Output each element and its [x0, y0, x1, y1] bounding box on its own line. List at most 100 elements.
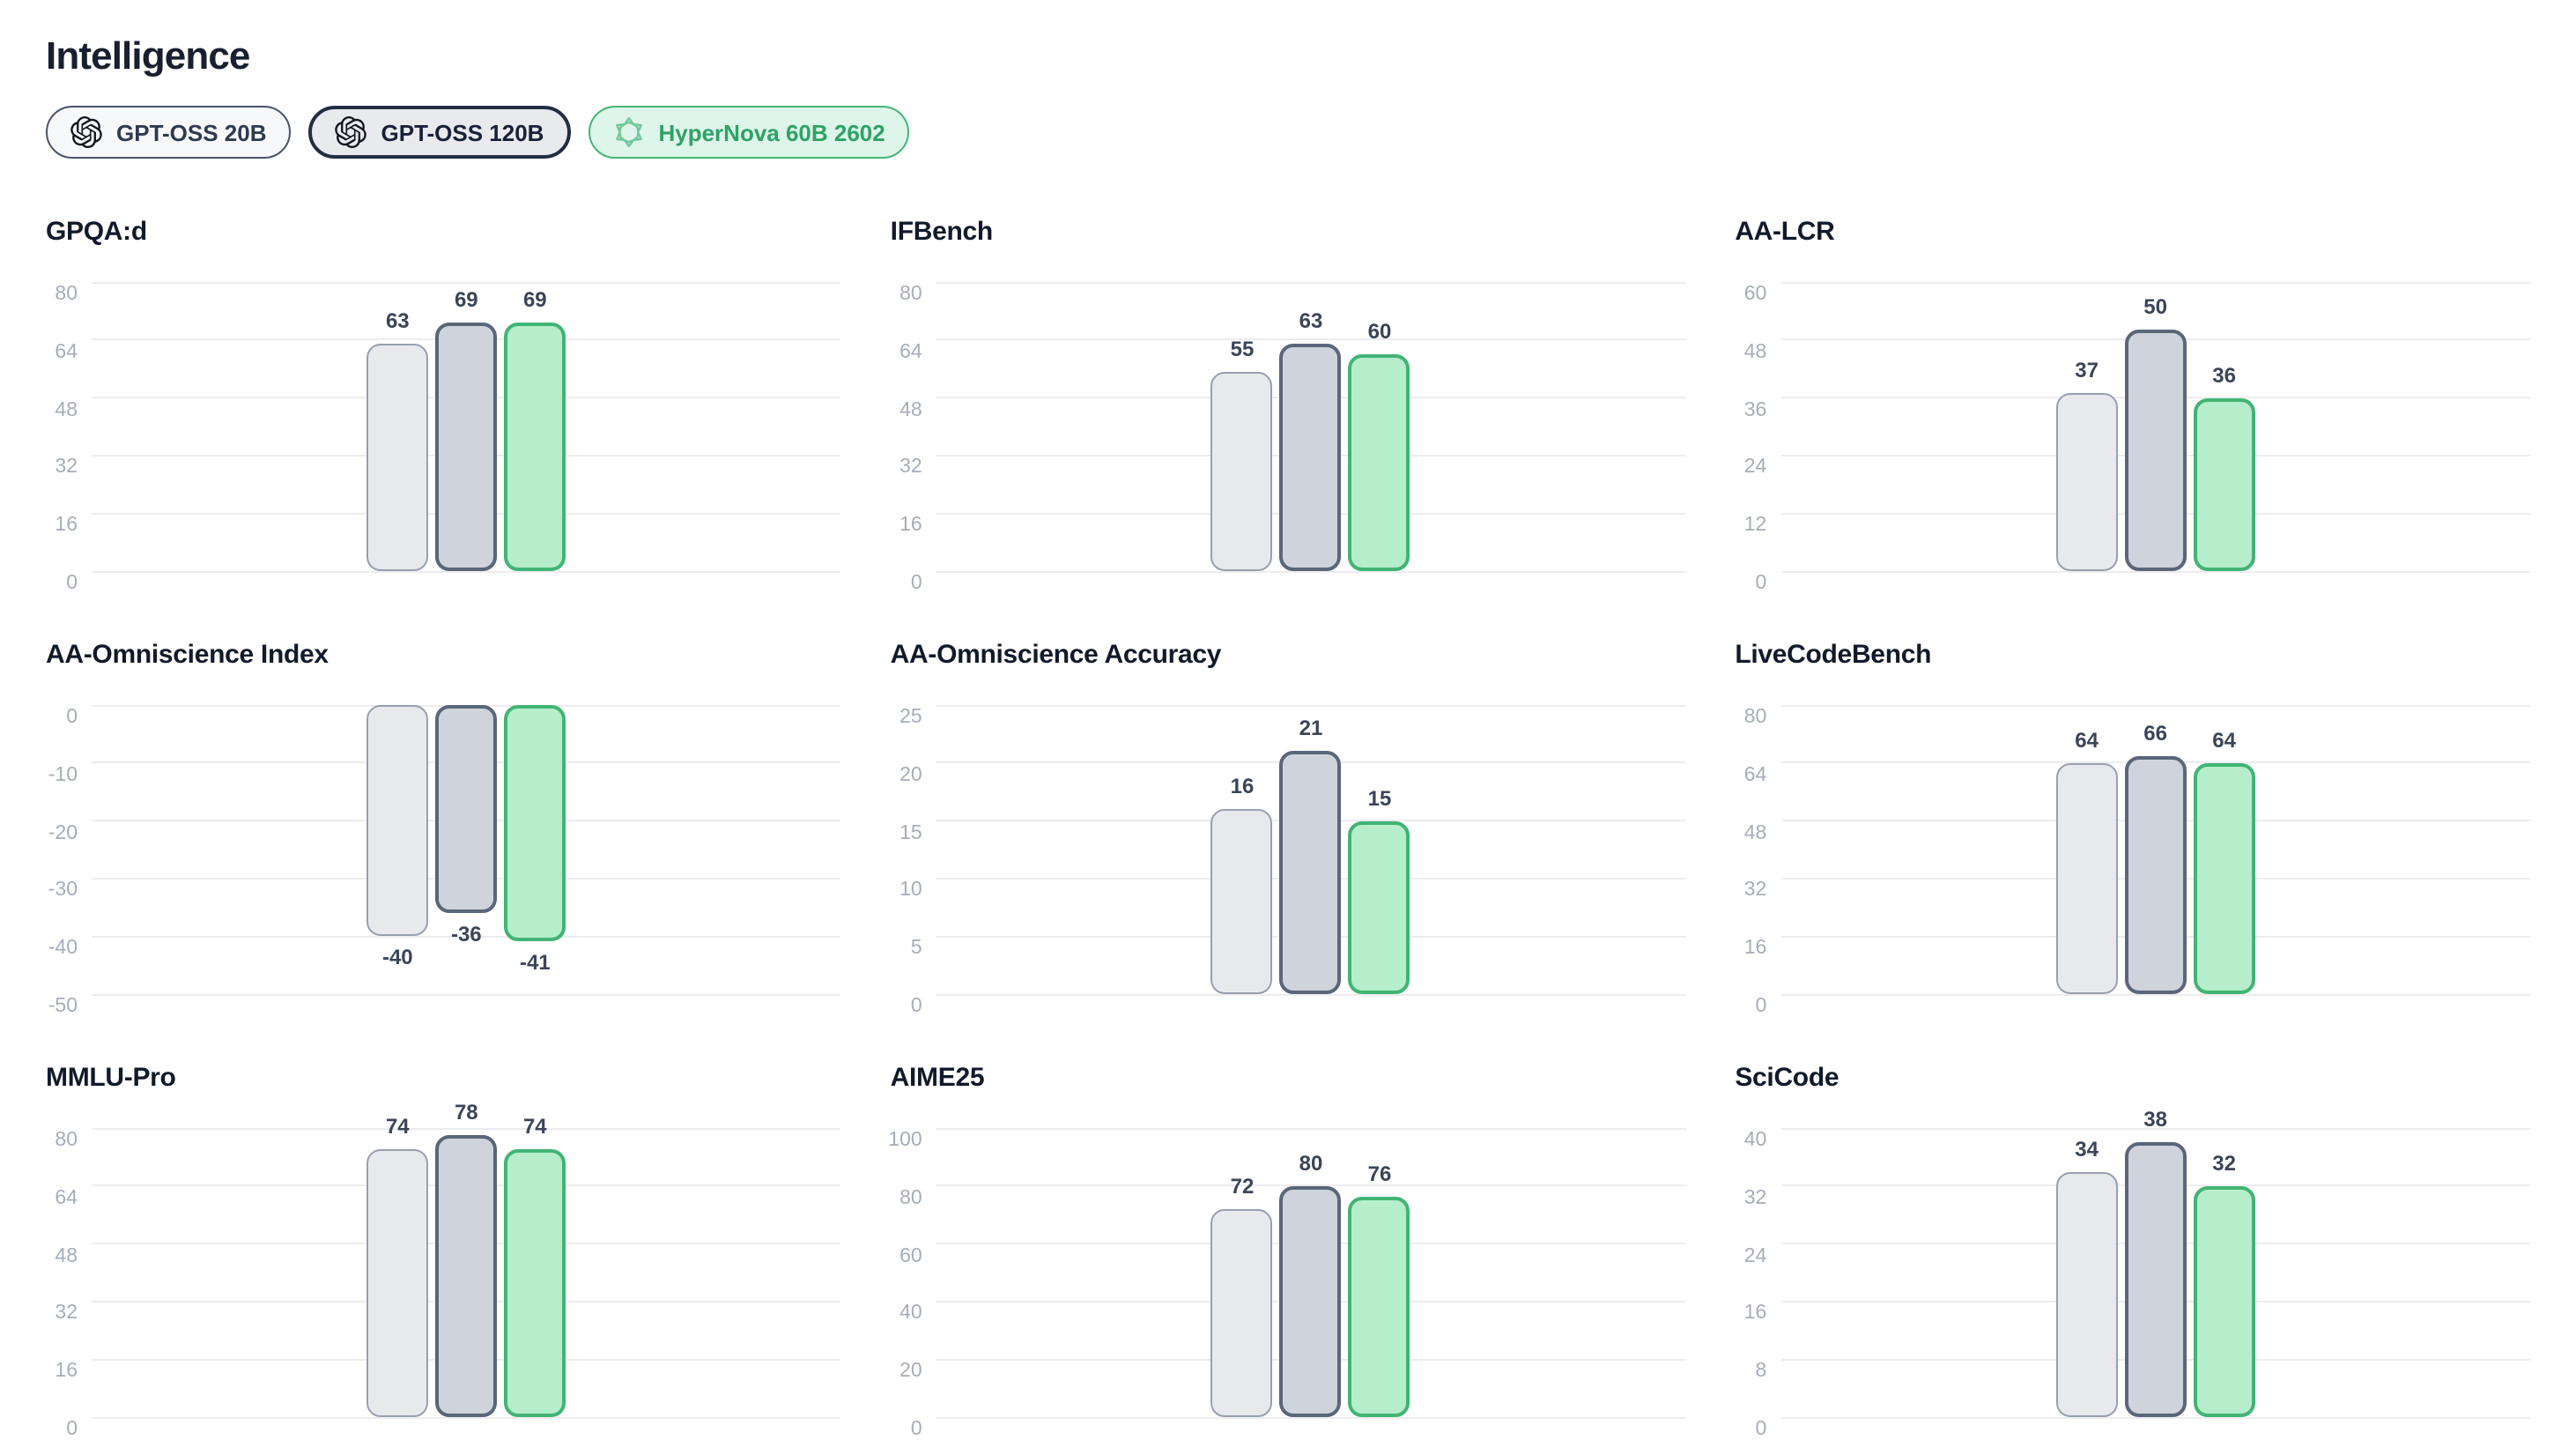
bar: [366, 1150, 428, 1417]
bar-group: 728076: [936, 1128, 1686, 1417]
y-tick-label: 16: [899, 515, 922, 536]
bar: [1349, 820, 1410, 994]
bar: [1349, 354, 1410, 571]
chart-plot: 2520151050162115: [936, 705, 1686, 994]
bar: [2125, 755, 2187, 994]
chart-card: LiveCodeBench80644832160646664: [1735, 638, 2530, 994]
model-chip-label: HyperNova 60B 2602: [658, 119, 885, 145]
model-chip-gpt-oss-20b[interactable]: GPT-OSS 20B: [46, 106, 292, 159]
chart-card: AIME25100806040200728076: [891, 1061, 1686, 1417]
y-tick-label: 64: [899, 342, 922, 363]
bar-value-label: 38: [2143, 1109, 2167, 1132]
y-tick-label: 0: [1756, 1419, 1767, 1440]
y-tick-label: 40: [1744, 1130, 1767, 1151]
y-tick-label: 0: [1756, 996, 1767, 1017]
bar-column: -41: [504, 705, 566, 994]
bar-column: 63: [366, 282, 428, 571]
bar: [504, 322, 566, 571]
chart-title: AA-LCR: [1735, 215, 2530, 249]
y-tick-label: 80: [55, 284, 78, 305]
bar-group: 162115: [936, 705, 1686, 994]
bar-value-label: 64: [2212, 730, 2236, 753]
bar-value-label: 21: [1299, 718, 1323, 741]
bar: [2056, 763, 2118, 994]
chart-card: GPQA:d80644832160636969: [46, 215, 841, 571]
bar-value-label: 78: [455, 1102, 478, 1125]
charts-grid: GPQA:d80644832160636969IFBench8064483216…: [46, 215, 2530, 1417]
y-tick-label: 0: [911, 573, 922, 594]
y-tick-label: -20: [48, 822, 78, 843]
bar-value-label: 50: [2143, 297, 2167, 320]
y-tick-label: 60: [1744, 284, 1767, 305]
chart-plot: 0-10-20-30-40-50-40-36-41: [92, 705, 841, 994]
chart-title: MMLU-Pro: [46, 1061, 841, 1095]
bar-value-label: 55: [1231, 339, 1255, 362]
y-tick-label: 0: [911, 1419, 922, 1440]
bar-column: 50: [2125, 282, 2187, 571]
chart-plot: 80644832160556360: [936, 282, 1686, 571]
y-tick-label: 32: [55, 1303, 78, 1325]
chart-card: MMLU-Pro80644832160747874: [46, 1061, 841, 1417]
chart-title: AA-Omniscience Index: [46, 638, 841, 672]
y-tick-label: 0: [1756, 573, 1767, 594]
y-tick-label: 24: [1744, 457, 1767, 479]
y-tick-label: 16: [1744, 1303, 1767, 1325]
y-tick-label: 16: [55, 1361, 78, 1382]
bar-value-label: 36: [2212, 364, 2236, 387]
bar-value-label: -40: [382, 946, 413, 969]
y-tick-label: 12: [1744, 515, 1767, 536]
chart-plot: 60483624120375036: [1780, 282, 2530, 571]
chart-plot: 4032241680343832: [1780, 1128, 2530, 1417]
bar-column: 36: [2194, 282, 2255, 571]
bar-column: 55: [1211, 282, 1273, 571]
bar-value-label: 63: [386, 310, 410, 333]
model-chip-label: GPT-OSS 20B: [116, 119, 267, 145]
bar-column: 38: [2125, 1128, 2187, 1417]
bar-column: -40: [366, 705, 428, 994]
model-chip-hypernova-60b-2602[interactable]: HyperNova 60B 2602: [588, 106, 909, 159]
bar-column: 15: [1349, 705, 1410, 994]
y-tick-label: 48: [899, 399, 922, 420]
bar: [1280, 752, 1342, 995]
y-tick-label: 48: [55, 1245, 78, 1266]
bar-column: -36: [435, 705, 497, 994]
bar: [435, 322, 497, 571]
bar-value-label: 74: [523, 1117, 547, 1139]
y-tick-label: 80: [1744, 707, 1767, 728]
y-tick-label: 48: [1744, 822, 1767, 843]
bar-value-label: -36: [451, 924, 482, 946]
bar-group: 747874: [92, 1128, 841, 1417]
bar-column: 69: [435, 282, 497, 571]
openai-logo-icon: [336, 116, 367, 148]
chart-title: SciCode: [1735, 1061, 2530, 1095]
model-chip-label: GPT-OSS 120B: [381, 119, 544, 145]
y-tick-label: 32: [1744, 1188, 1767, 1209]
y-tick-label: 64: [1744, 765, 1767, 786]
y-tick-label: 48: [55, 399, 78, 420]
chart-card: SciCode 4032241680343832: [1735, 1061, 2530, 1417]
bar-value-label: 74: [386, 1117, 410, 1139]
bar: [2056, 393, 2118, 571]
bar: [1349, 1198, 1410, 1417]
page: Intelligence GPT-OSS 20B GPT-OSS 120B: [0, 0, 2576, 1428]
bar: [2194, 397, 2255, 571]
model-chip-gpt-oss-120b[interactable]: GPT-OSS 120B: [309, 106, 571, 159]
bar-value-label: 66: [2143, 722, 2167, 745]
page-title: Intelligence: [46, 33, 2530, 79]
bar-column: 78: [435, 1128, 497, 1417]
y-tick-label: -50: [48, 996, 78, 1017]
y-tick-label: -40: [48, 938, 78, 959]
bar-column: 74: [366, 1128, 428, 1417]
bar-column: 72: [1211, 1128, 1273, 1417]
bar-value-label: 64: [2075, 730, 2099, 753]
bar-column: 69: [504, 282, 566, 571]
y-tick-label: 80: [899, 284, 922, 305]
chart-plot: 80644832160646664: [1780, 705, 2530, 994]
y-tick-label: 25: [899, 707, 922, 728]
chart-plot: 100806040200728076: [936, 1128, 1686, 1417]
bar-value-label: 60: [1368, 321, 1392, 344]
bar-column: 80: [1280, 1128, 1342, 1417]
bar-column: 64: [2056, 705, 2118, 994]
y-tick-label: 48: [1744, 342, 1767, 363]
bar-group: 64 66 64: [1780, 705, 2530, 994]
